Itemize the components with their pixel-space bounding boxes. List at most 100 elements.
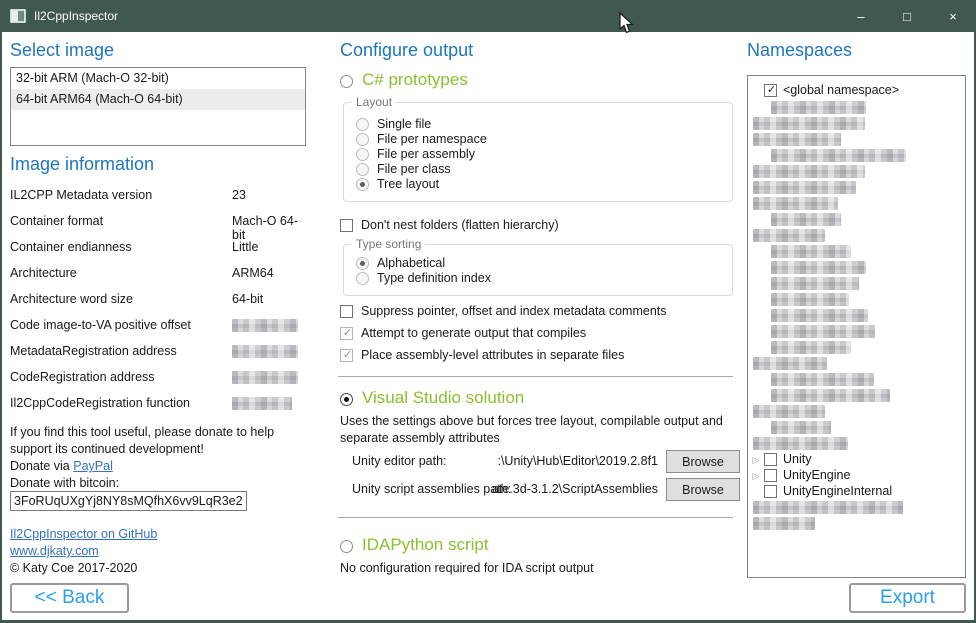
namespace-item-redacted[interactable] xyxy=(748,387,965,403)
namespace-item-redacted[interactable] xyxy=(748,323,965,339)
info-value: 64-bit xyxy=(232,292,263,306)
expander-icon[interactable]: ▷ xyxy=(748,468,764,484)
info-row: CodeRegistration address xyxy=(10,370,308,396)
redacted-text xyxy=(771,341,851,354)
bitcoin-address-field[interactable] xyxy=(10,491,247,511)
maximize-button[interactable]: □ xyxy=(884,0,930,32)
namespace-label: UnityEngineInternal xyxy=(783,484,892,498)
back-button[interactable]: << Back xyxy=(10,583,129,613)
redacted-text xyxy=(753,165,865,178)
namespace-item-redacted[interactable] xyxy=(748,227,965,243)
checkbox-icon[interactable] xyxy=(764,469,777,482)
namespace-item-redacted[interactable] xyxy=(748,179,965,195)
browse-assemblies-button[interactable]: Browse xyxy=(666,478,740,501)
unity-editor-path-value: :\Unity\Hub\Editor\2019.2.8f1 xyxy=(497,454,658,468)
checkbox-icon[interactable] xyxy=(764,485,777,498)
bitcoin-label: Donate with bitcoin: xyxy=(10,475,119,492)
redacted-text xyxy=(753,405,825,418)
donate-via-text: Donate via xyxy=(10,459,73,473)
namespace-item-redacted[interactable] xyxy=(748,131,965,147)
type-sorting-type-definition-index[interactable]: Type definition index xyxy=(356,271,716,287)
radio-icon xyxy=(356,163,369,176)
expander-icon[interactable]: ▷ xyxy=(748,452,764,468)
layout-option-tree-layout[interactable]: Tree layout xyxy=(356,177,716,193)
namespace-item-redacted[interactable] xyxy=(748,499,965,515)
type-sorting-alphabetical[interactable]: Alphabetical xyxy=(356,256,716,272)
namespace-item-unity[interactable]: ▷ Unity xyxy=(748,451,965,467)
expander-spacer xyxy=(748,82,764,100)
namespace-item-unityengine[interactable]: ▷UnityEngine xyxy=(748,467,965,483)
image-listbox[interactable]: 32-bit ARM (Mach-O 32-bit) 64-bit ARM64 … xyxy=(10,67,306,146)
minimize-button[interactable]: – xyxy=(838,0,884,32)
namespace-item-redacted[interactable] xyxy=(748,211,965,227)
unity-editor-path-row: Unity editor path: :\Unity\Hub\Editor\20… xyxy=(338,450,740,473)
namespace-item-redacted[interactable] xyxy=(748,403,965,419)
export-button[interactable]: Export xyxy=(849,583,966,613)
namespace-item-redacted[interactable] xyxy=(748,419,965,435)
redacted-text xyxy=(771,389,890,402)
ida-description: No configuration required for IDA script… xyxy=(340,560,732,577)
layout-option-file-per-assembly[interactable]: File per assembly xyxy=(356,147,716,163)
namespace-item-redacted[interactable] xyxy=(748,147,965,163)
namespace-item-unityengineinternal[interactable]: UnityEngineInternal xyxy=(748,483,965,499)
compilable-output-checkbox[interactable]: Attempt to generate output that compiles xyxy=(340,326,730,342)
namespace-item-redacted[interactable] xyxy=(748,339,965,355)
namespace-item-redacted[interactable] xyxy=(748,371,965,387)
namespaces-heading: Namespaces xyxy=(747,40,852,61)
suppress-comments-checkbox[interactable]: Suppress pointer, offset and index metad… xyxy=(340,304,730,320)
namespace-item-redacted[interactable] xyxy=(748,115,965,131)
browse-editor-button[interactable]: Browse xyxy=(666,450,740,473)
info-label: Container format xyxy=(10,214,103,228)
namespace-item-redacted[interactable] xyxy=(748,259,965,275)
separate-attributes-checkbox[interactable]: Place assembly-level attributes in separ… xyxy=(340,348,730,364)
layout-option-single-file[interactable]: Single file xyxy=(356,117,716,133)
redacted-text xyxy=(753,229,825,242)
redacted-text xyxy=(753,197,838,210)
namespace-item-redacted[interactable] xyxy=(748,99,965,115)
info-row: Il2CppCodeRegistration function xyxy=(10,396,308,422)
redacted-value xyxy=(232,319,298,332)
radio-icon xyxy=(356,272,369,285)
app-icon xyxy=(10,9,26,23)
namespace-item-redacted[interactable] xyxy=(748,195,965,211)
namespace-item-redacted[interactable] xyxy=(748,355,965,371)
website-link[interactable]: www.djkaty.com xyxy=(10,544,99,558)
image-list-item-selected[interactable]: 64-bit ARM64 (Mach-O 64-bit) xyxy=(11,89,305,110)
layout-option-file-per-class[interactable]: File per class xyxy=(356,162,716,178)
close-button[interactable]: × xyxy=(930,0,976,32)
namespace-item-global[interactable]: <global namespace> xyxy=(748,81,965,99)
namespace-item-redacted[interactable] xyxy=(748,515,965,531)
expander-spacer xyxy=(748,484,764,500)
redacted-text xyxy=(771,277,859,290)
visual-studio-solution-radio[interactable]: Visual Studio solution xyxy=(338,388,618,412)
namespace-list[interactable]: <global namespace> ▷ Unity ▷UnityEngine U… xyxy=(747,75,966,578)
checkbox-icon[interactable] xyxy=(764,453,777,466)
namespace-item-redacted[interactable] xyxy=(748,291,965,307)
redacted-text xyxy=(753,133,841,146)
flatten-hierarchy-checkbox[interactable]: Don't nest folders (flatten hierarchy) xyxy=(340,218,720,234)
info-row: Code image-to-VA positive offset xyxy=(10,318,308,344)
checkbox-icon[interactable] xyxy=(764,84,777,97)
namespace-label: Unity xyxy=(783,452,811,466)
namespace-item-redacted[interactable] xyxy=(748,275,965,291)
radio-icon xyxy=(356,178,369,191)
namespace-item-redacted[interactable] xyxy=(748,435,965,451)
copyright-text: © Katy Coe 2017-2020 xyxy=(10,560,137,577)
idapython-script-radio[interactable]: IDAPython script xyxy=(338,535,578,559)
paypal-link[interactable]: PayPal xyxy=(73,459,113,473)
image-list-item[interactable]: 32-bit ARM (Mach-O 32-bit) xyxy=(11,68,305,89)
layout-option-file-per-namespace[interactable]: File per namespace xyxy=(356,132,716,148)
namespace-item-redacted[interactable] xyxy=(748,243,965,259)
redacted-text xyxy=(771,309,868,322)
namespace-item-redacted[interactable] xyxy=(748,163,965,179)
csharp-prototypes-radio[interactable]: C# prototypes xyxy=(338,70,558,94)
info-label: Architecture xyxy=(10,266,77,280)
github-link[interactable]: Il2CppInspector on GitHub xyxy=(10,527,157,541)
info-value: Little xyxy=(232,240,258,254)
donate-paypal-line: Donate via PayPal xyxy=(10,458,113,475)
namespace-item-redacted[interactable] xyxy=(748,307,965,323)
type-sorting-groupbox: Type sorting Alphabetical Type definitio… xyxy=(343,244,733,296)
section-divider xyxy=(338,376,733,377)
redacted-text xyxy=(753,517,815,530)
info-row: Architecture ARM64 xyxy=(10,266,308,292)
